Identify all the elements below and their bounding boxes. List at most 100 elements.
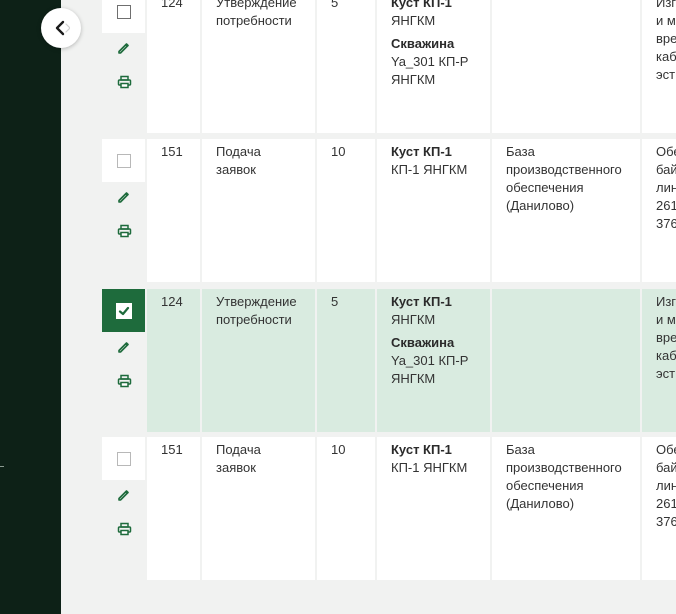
base-name: обеспечения: [506, 180, 584, 195]
bush-value: ЯНГКМ: [391, 13, 436, 28]
row-select-cell: [102, 289, 145, 332]
sidebar-collapse-button[interactable]: [41, 8, 81, 48]
edit-button[interactable]: [116, 339, 132, 355]
request-number: 124: [161, 294, 183, 309]
base-name: (Данилово): [506, 496, 575, 511]
description-text: 376: [656, 216, 676, 231]
chevron-left-icon: [55, 20, 70, 36]
printer-icon: [117, 522, 132, 536]
cell-location: Куст КП-1 КП-1 ЯНГКМ: [377, 437, 490, 580]
cell-base: [492, 0, 640, 133]
cell-location: Куст КП-1 ЯНГКМ Скважина Ya_301 КП-Р ЯНГКМ: [377, 0, 490, 133]
row-checkbox[interactable]: [115, 302, 132, 319]
cell-description: Изг и м вре каб эст: [642, 0, 676, 133]
cell-description: Обе бай лин 261 376: [642, 437, 676, 580]
well-value: ЯНГКМ: [391, 371, 436, 386]
cell-number: 124: [147, 0, 200, 133]
row-select-cell: [102, 437, 145, 480]
description-text: Изг: [656, 294, 676, 309]
row-checkbox[interactable]: [116, 4, 131, 19]
request-number: 151: [161, 144, 183, 159]
edit-button[interactable]: [116, 189, 132, 205]
request-number: 151: [161, 442, 183, 457]
page: 124 Утверждение потребности 5 Куст КП-1 ЯНГКМ…: [0, 0, 676, 614]
description-text: Обе: [656, 442, 676, 457]
cell-location: Куст КП-1 КП-1 ЯНГКМ: [377, 139, 490, 282]
request-type: Утверждение: [216, 294, 297, 309]
cell-quantity: 10: [317, 139, 375, 282]
request-type: потребности: [216, 312, 292, 327]
row-checkbox[interactable]: [116, 451, 131, 466]
request-type: Подача: [216, 442, 261, 457]
row-actions: [102, 289, 145, 432]
print-button[interactable]: [116, 521, 132, 537]
cell-location: Куст КП-1 ЯНГКМ Скважина Ya_301 КП-Р ЯНГКМ: [377, 289, 490, 432]
well-title: Скважина: [391, 36, 455, 51]
cell-type: Утверждение потребности: [202, 289, 315, 432]
pencil-icon: [117, 488, 131, 502]
base-name: База: [506, 144, 535, 159]
request-quantity: 5: [331, 294, 339, 309]
well-value: Ya_301 КП-Р: [391, 54, 469, 69]
request-type: Подача: [216, 144, 261, 159]
base-name: производственного: [506, 162, 622, 177]
request-type: заявок: [216, 460, 256, 475]
row-actions: [102, 139, 145, 282]
description-text: лин: [656, 478, 676, 493]
bush-title: Куст КП-1: [391, 294, 452, 309]
cell-base: [492, 289, 640, 432]
cell-description: Изг и м вре каб эст: [642, 289, 676, 432]
description-text: бай: [656, 162, 676, 177]
print-button[interactable]: [116, 373, 132, 389]
description-text: и м: [656, 312, 676, 327]
bush-title: Куст КП-1: [391, 442, 452, 457]
description-text: каб: [656, 348, 676, 363]
print-button[interactable]: [116, 74, 132, 90]
bush-title: Куст КП-1: [391, 0, 452, 10]
printer-icon: [117, 75, 132, 89]
base-name: обеспечения: [506, 478, 584, 493]
cell-quantity: 5: [317, 0, 375, 133]
pencil-icon: [117, 190, 131, 204]
description-text: эст: [656, 366, 676, 381]
edit-button[interactable]: [116, 40, 132, 56]
cell-quantity: 10: [317, 437, 375, 580]
description-text: 261: [656, 198, 676, 213]
sidebar: [0, 0, 61, 614]
well-value: Ya_301 КП-Р: [391, 353, 469, 368]
row-actions: [102, 0, 145, 133]
cell-number: 151: [147, 139, 200, 282]
bush-value: КП-1 ЯНГКМ: [391, 162, 468, 177]
cell-type: Утверждение потребности: [202, 0, 315, 133]
cell-type: Подача заявок: [202, 437, 315, 580]
base-name: База: [506, 442, 535, 457]
request-quantity: 5: [331, 0, 339, 10]
cell-base: База производственного обеспечения (Данилов…: [492, 139, 640, 282]
description-text: эст: [656, 67, 676, 82]
row-actions: [102, 437, 145, 580]
request-type: потребности: [216, 13, 292, 28]
description-text: Изг: [656, 0, 676, 10]
well-title: Скважина: [391, 335, 455, 350]
description-text: бай: [656, 460, 676, 475]
description-text: каб: [656, 49, 676, 64]
row-select-cell: [102, 0, 145, 33]
printer-icon: [117, 374, 132, 388]
print-button[interactable]: [116, 223, 132, 239]
pencil-icon: [117, 41, 131, 55]
base-name: производственного: [506, 460, 622, 475]
cell-quantity: 5: [317, 289, 375, 432]
base-name: (Данилово): [506, 198, 575, 213]
well-value: ЯНГКМ: [391, 72, 436, 87]
pencil-icon: [117, 340, 131, 354]
request-type: заявок: [216, 162, 256, 177]
checkmark-icon: [118, 305, 130, 317]
description-text: лин: [656, 180, 676, 195]
cell-type: Подача заявок: [202, 139, 315, 282]
description-text: вре: [656, 330, 676, 345]
row-checkbox[interactable]: [116, 153, 131, 168]
cell-description: Обе бай лин 261 376: [642, 139, 676, 282]
cell-base: База производственного обеспечения (Данилов…: [492, 437, 640, 580]
edit-button[interactable]: [116, 487, 132, 503]
bush-value: ЯНГКМ: [391, 312, 436, 327]
